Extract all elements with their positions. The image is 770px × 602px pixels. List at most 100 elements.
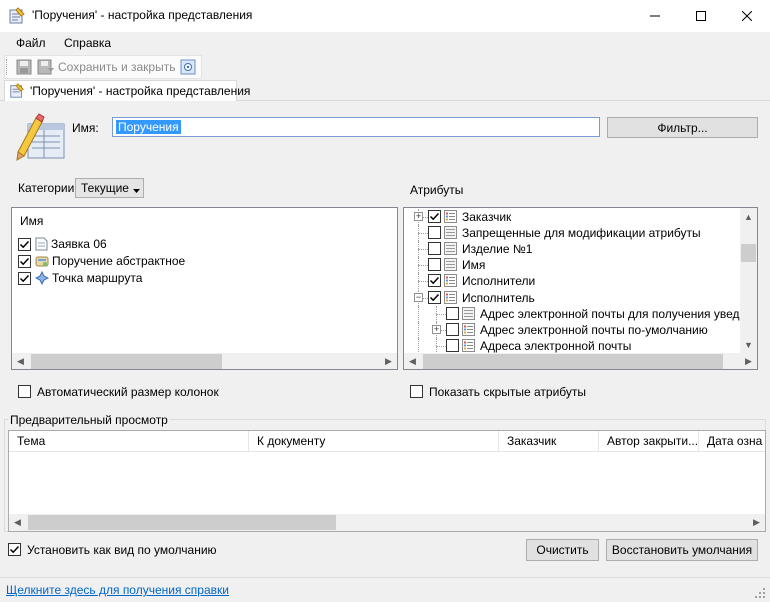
tab-label: 'Поручения' - настройка представления xyxy=(30,84,251,98)
scroll-down-icon[interactable]: ▼ xyxy=(740,336,757,353)
list-icon-gray xyxy=(462,306,475,320)
tree-row[interactable]: Адреса электронной почты xyxy=(404,337,740,354)
scroll-up-icon[interactable]: ▲ xyxy=(740,208,757,225)
show-hidden-attributes-label: Показать скрытые атрибуты xyxy=(429,385,587,399)
attribute-label: Исполнитель xyxy=(462,290,535,305)
tab-icon xyxy=(9,83,25,102)
set-default-view-checkbox[interactable] xyxy=(8,543,21,556)
checkmark-icon xyxy=(19,257,30,265)
menu-file[interactable]: Файл xyxy=(16,36,46,50)
attribute-checkbox[interactable] xyxy=(428,274,441,288)
scroll-thumb[interactable] xyxy=(28,515,336,530)
document-icon xyxy=(35,237,48,251)
tree-row[interactable]: Имя xyxy=(404,257,740,274)
column-header-document[interactable]: К документу xyxy=(249,431,499,451)
scroll-thumb[interactable] xyxy=(423,354,723,369)
chevron-down-icon xyxy=(133,183,140,197)
minimize-button[interactable] xyxy=(632,0,678,32)
item-label: Заявка 06 xyxy=(51,237,107,251)
auto-size-columns-checkbox[interactable] xyxy=(18,385,31,398)
help-link[interactable]: Щелкните здесь для получения справки xyxy=(6,583,229,597)
attribute-checkbox[interactable] xyxy=(446,338,459,352)
save-close-button[interactable]: Сохранить и закрыть xyxy=(58,60,175,74)
route-point-icon xyxy=(35,271,49,285)
list-item[interactable]: Поручение абстрактное xyxy=(18,253,185,269)
tree-row[interactable]: + Адрес электронной почты по-умолчанию xyxy=(404,321,740,338)
column-header-close-author[interactable]: Автор закрыти... xyxy=(599,431,699,451)
save-icon[interactable] xyxy=(16,59,32,78)
scroll-right-icon[interactable]: ▶ xyxy=(740,353,757,369)
expand-icon[interactable]: + xyxy=(414,212,423,221)
scroll-thumb[interactable] xyxy=(31,354,222,369)
attributes-tree[interactable]: + Заказчик Запрещенные для модификации атр… xyxy=(403,207,758,370)
toolbar-grip[interactable] xyxy=(6,59,8,75)
attributes-vscrollbar[interactable]: ▲ ▼ xyxy=(740,208,757,353)
list-icon-gray xyxy=(444,242,457,256)
clear-button[interactable]: Очистить xyxy=(526,539,599,561)
expand-icon[interactable]: + xyxy=(432,324,441,334)
attribute-label: Заказчик xyxy=(462,210,512,224)
attribute-checkbox[interactable] xyxy=(428,226,441,240)
tree-row[interactable]: + Заказчик xyxy=(404,209,740,225)
list-icon-color xyxy=(462,338,475,352)
attribute-checkbox[interactable] xyxy=(428,242,441,256)
column-header-ack-date[interactable]: Дата озна xyxy=(699,431,765,451)
tree-row[interactable]: − Исполнитель xyxy=(404,289,740,306)
item-label: Точка маршрута xyxy=(52,271,143,285)
settings-icon[interactable] xyxy=(180,59,196,78)
tree-row[interactable]: Исполнители xyxy=(404,273,740,290)
item-checkbox[interactable] xyxy=(18,237,31,251)
list-item[interactable]: Точка маршрута xyxy=(18,270,142,286)
task-icon xyxy=(35,254,49,268)
tree-row[interactable]: Адрес электронной почты для получения ув… xyxy=(404,305,757,322)
attribute-checkbox[interactable] xyxy=(428,258,441,272)
attribute-label: Исполнители xyxy=(462,274,536,289)
attribute-checkbox[interactable] xyxy=(446,306,459,320)
save-close-icon xyxy=(37,59,55,78)
attribute-checkbox[interactable] xyxy=(428,290,441,304)
categories-label: Категории xyxy=(18,181,75,195)
preview-grid[interactable]: Тема К документу Заказчик Автор закрыти.… xyxy=(8,430,766,532)
attribute-checkbox[interactable] xyxy=(428,210,441,223)
list-icon-gray xyxy=(444,258,457,272)
item-checkbox[interactable] xyxy=(18,254,31,268)
list-icon-color xyxy=(462,322,475,336)
tree-row[interactable]: Изделие №1 xyxy=(404,241,740,258)
checkmark-icon xyxy=(429,277,440,285)
minimize-icon xyxy=(650,15,660,17)
view-settings-icon xyxy=(14,112,68,169)
categories-hscrollbar[interactable]: ◀ ▶ xyxy=(12,353,397,369)
column-header-customer[interactable]: Заказчик xyxy=(499,431,599,451)
attribute-checkbox[interactable] xyxy=(446,322,459,336)
checkmark-icon xyxy=(19,274,30,282)
scroll-right-icon[interactable]: ▶ xyxy=(380,353,397,369)
tree-row[interactable]: Запрещенные для модификации атрибуты xyxy=(404,225,740,242)
maximize-button[interactable] xyxy=(678,0,724,32)
filter-button[interactable]: Фильтр... xyxy=(607,117,758,138)
categories-combo[interactable]: Текущие xyxy=(75,178,144,198)
preview-hscrollbar[interactable]: ◀ ▶ xyxy=(9,514,765,531)
checkmark-icon xyxy=(429,293,440,301)
close-button[interactable] xyxy=(724,0,770,32)
show-hidden-attributes-checkbox[interactable] xyxy=(410,385,423,398)
list-item[interactable]: Заявка 06 xyxy=(18,236,107,252)
scroll-left-icon[interactable]: ◀ xyxy=(12,353,29,369)
restore-defaults-button[interactable]: Восстановить умолчания xyxy=(606,539,758,561)
column-header-topic[interactable]: Тема xyxy=(9,431,249,451)
scroll-thumb[interactable] xyxy=(741,244,756,262)
collapse-icon[interactable]: − xyxy=(414,292,423,302)
categories-list[interactable]: Имя Заявка 06 Поручение абстрактное Точка … xyxy=(11,207,398,370)
attribute-label: Изделие №1 xyxy=(462,242,533,257)
name-label: Имя: xyxy=(72,121,99,135)
scroll-right-icon[interactable]: ▶ xyxy=(748,514,765,531)
header-divider xyxy=(9,451,765,452)
resize-grip-icon[interactable] xyxy=(754,587,766,602)
attributes-hscrollbar[interactable]: ◀ ▶ xyxy=(404,353,757,369)
scroll-left-icon[interactable]: ◀ xyxy=(9,514,26,531)
menu-help[interactable]: Справка xyxy=(64,36,111,50)
name-input[interactable]: Поручения xyxy=(112,117,600,137)
scroll-left-icon[interactable]: ◀ xyxy=(404,353,421,369)
attribute-label: Адрес электронной почты по-умолчанию xyxy=(480,322,708,337)
item-checkbox[interactable] xyxy=(18,271,31,285)
tree-line xyxy=(418,337,419,354)
